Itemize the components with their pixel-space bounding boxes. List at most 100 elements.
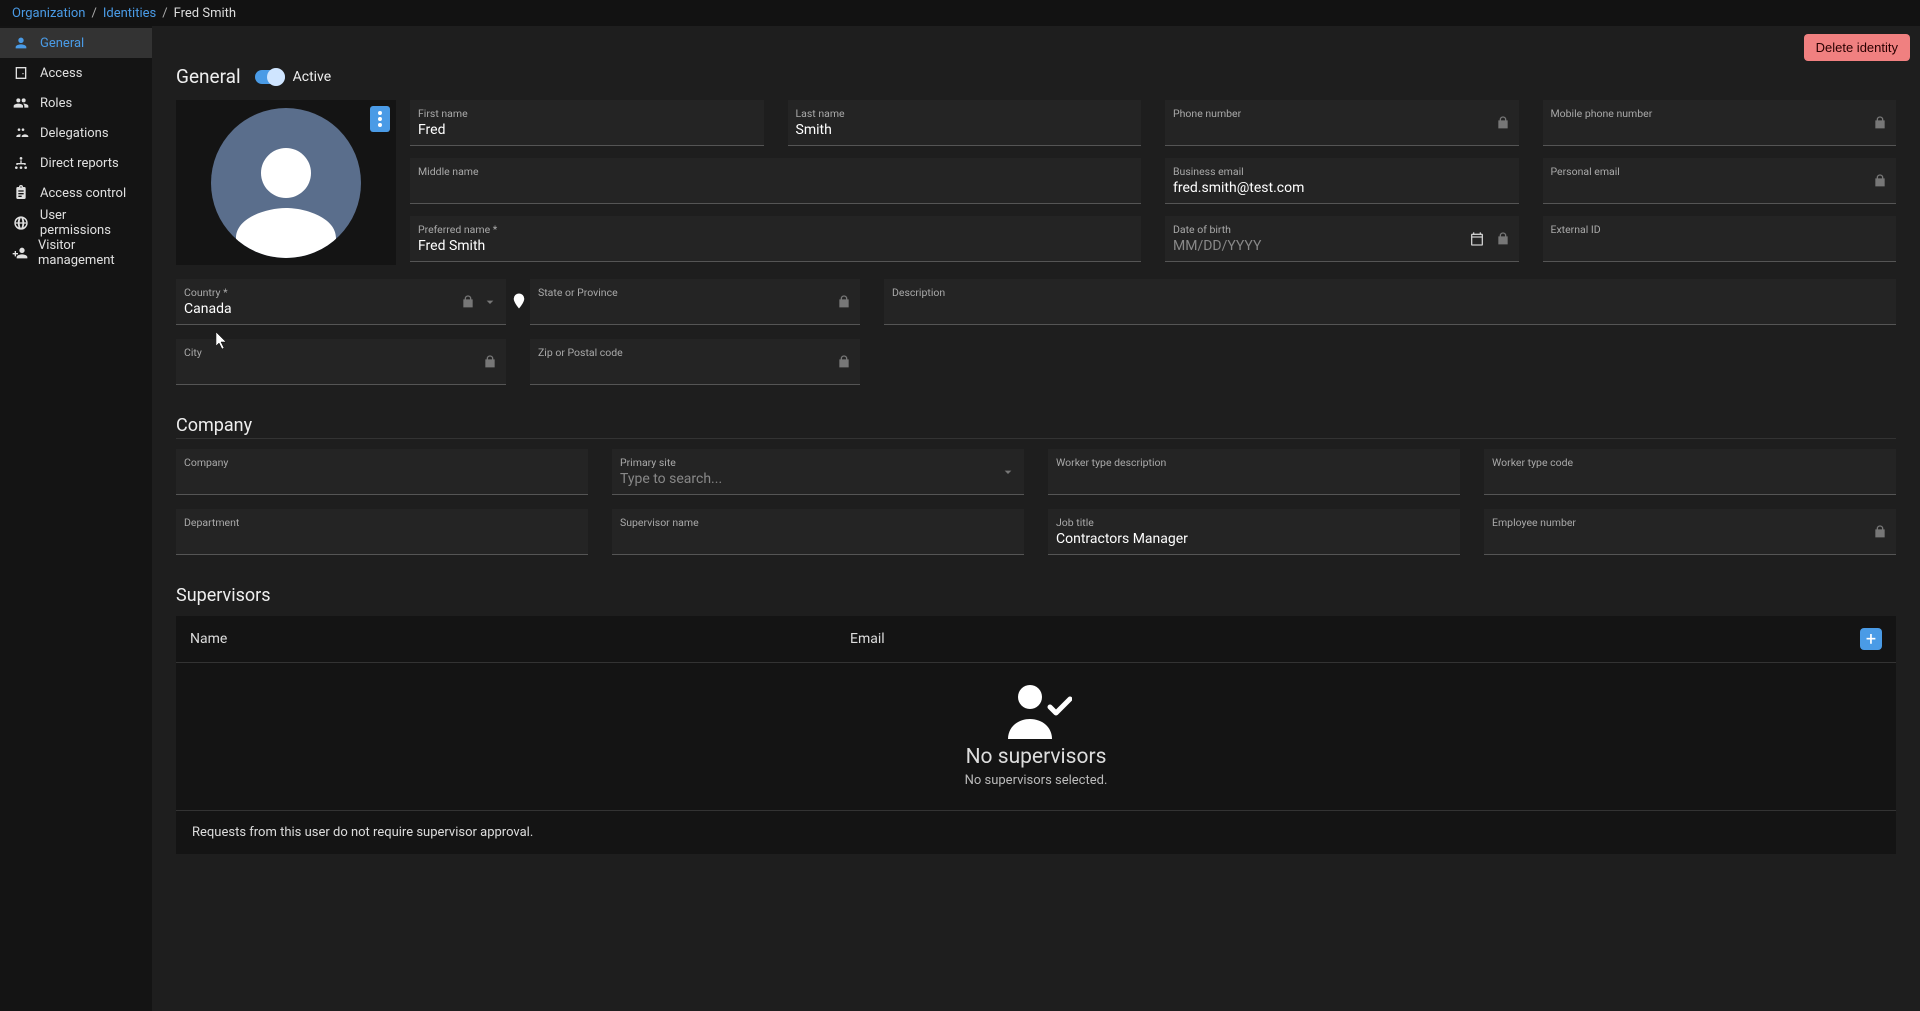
field-value [184,531,580,549]
sidebar-item-delegations[interactable]: Delegations [0,118,152,148]
field-value [1056,471,1452,489]
worker-type-description-field[interactable]: Worker type description [1048,449,1460,495]
lock-icon [1495,115,1511,135]
avatar-menu-button[interactable] [370,106,390,132]
location-pin-icon[interactable] [510,290,528,316]
lock-icon [482,354,498,374]
supervisors-empty-state: No supervisors No supervisors selected. [176,663,1896,810]
sidebar-item-access[interactable]: Access [0,58,152,88]
field-label: Last name [796,107,1134,120]
delegations-icon [12,125,30,141]
country-field[interactable]: Country * Canada [176,279,506,325]
sidebar: General Access Roles Delegations Direct … [0,26,152,1011]
section-title-company: Company [176,415,1896,436]
sidebar-item-label: Access [40,66,82,81]
sidebar-item-label: Roles [40,96,72,111]
field-label: Job title [1056,516,1452,529]
field-value [1492,531,1888,549]
field-label: Date of birth [1173,223,1511,236]
field-placeholder: MM/DD/YYYY [1173,238,1511,256]
field-value [892,301,1888,319]
field-label: First name [418,107,756,120]
field-label: Country * [184,286,498,299]
worker-type-code-field[interactable]: Worker type code [1484,449,1896,495]
field-label: State or Province [538,286,852,299]
hierarchy-icon [12,155,30,171]
department-field[interactable]: Department [176,509,588,555]
divider [176,438,1896,439]
sidebar-item-direct-reports[interactable]: Direct reports [0,148,152,178]
field-value [1551,238,1889,256]
field-value: Smith [796,122,1134,140]
sidebar-item-access-control[interactable]: Access control [0,178,152,208]
avatar-placeholder [211,108,361,258]
field-label: City [184,346,498,359]
phone-number-field[interactable]: Phone number [1165,100,1519,146]
sidebar-item-label: Direct reports [40,156,119,171]
zip-field[interactable]: Zip or Postal code [530,339,860,385]
sidebar-item-label: Delegations [40,126,109,141]
add-supervisor-button[interactable]: + [1860,628,1882,650]
field-label: Personal email [1551,165,1889,178]
breadcrumb-organization[interactable]: Organization [12,6,85,21]
person-add-icon [12,245,28,261]
field-label: Middle name [418,165,1133,178]
field-label: Worker type code [1492,456,1888,469]
supervisor-name-field[interactable]: Supervisor name [612,509,1024,555]
business-email-field[interactable]: Business email fred.smith@test.com [1165,158,1519,204]
last-name-field[interactable]: Last name Smith [788,100,1142,146]
lock-icon [836,294,852,314]
chevron-down-icon[interactable] [1000,464,1016,484]
field-label: Worker type description [1056,456,1452,469]
breadcrumb: Organization / Identities / Fred Smith [0,0,1920,26]
sidebar-item-user-permissions[interactable]: User permissions [0,208,152,238]
sidebar-item-general[interactable]: General [0,28,152,58]
primary-site-field[interactable]: Primary site Type to search... [612,449,1024,495]
avatar-box [176,100,396,265]
section-title-supervisors: Supervisors [176,585,1896,606]
field-value [184,471,580,489]
field-value: Canada [184,301,498,319]
field-value: Fred [418,122,756,140]
main-content: Delete identity General Active [152,26,1920,1011]
external-id-field[interactable]: External ID [1543,216,1897,262]
chevron-down-icon[interactable] [482,294,498,314]
first-name-field[interactable]: First name Fred [410,100,764,146]
preferred-name-field[interactable]: Preferred name * Fred Smith [410,216,1141,262]
state-field[interactable]: State or Province [530,279,860,325]
breadcrumb-identities[interactable]: Identities [103,6,156,21]
lock-icon [1495,231,1511,251]
description-field[interactable]: Description [884,279,1896,325]
empty-subtitle: No supervisors selected. [965,773,1108,788]
breadcrumb-sep: / [91,6,96,21]
job-title-field[interactable]: Job title Contractors Manager [1048,509,1460,555]
sidebar-item-visitor-management[interactable]: Visitor management [0,238,152,268]
active-toggle[interactable] [255,70,285,84]
column-header-name: Name [190,631,850,647]
section-title-general: General [176,65,241,88]
personal-email-field[interactable]: Personal email [1543,158,1897,204]
calendar-icon[interactable] [1469,231,1485,251]
middle-name-field[interactable]: Middle name [410,158,1141,204]
field-label: Phone number [1173,107,1511,120]
field-value: fred.smith@test.com [1173,180,1511,198]
delete-identity-button[interactable]: Delete identity [1804,34,1910,61]
field-label: Business email [1173,165,1511,178]
column-header-email: Email [850,631,1860,647]
field-label: Description [892,286,1888,299]
clipboard-icon [12,185,30,201]
sidebar-item-label: Visitor management [38,238,140,268]
city-field[interactable]: City [176,339,506,385]
employee-number-field[interactable]: Employee number [1484,509,1896,555]
date-of-birth-field[interactable]: Date of birth MM/DD/YYYY [1165,216,1519,262]
field-label: Company [184,456,580,469]
field-value [418,180,1133,198]
field-value [1551,122,1889,140]
breadcrumb-current: Fred Smith [174,6,236,21]
sidebar-item-label: Access control [40,186,126,201]
mobile-phone-field[interactable]: Mobile phone number [1543,100,1897,146]
lock-icon [1872,115,1888,135]
sidebar-item-roles[interactable]: Roles [0,88,152,118]
field-value [538,301,852,319]
company-field[interactable]: Company [176,449,588,495]
